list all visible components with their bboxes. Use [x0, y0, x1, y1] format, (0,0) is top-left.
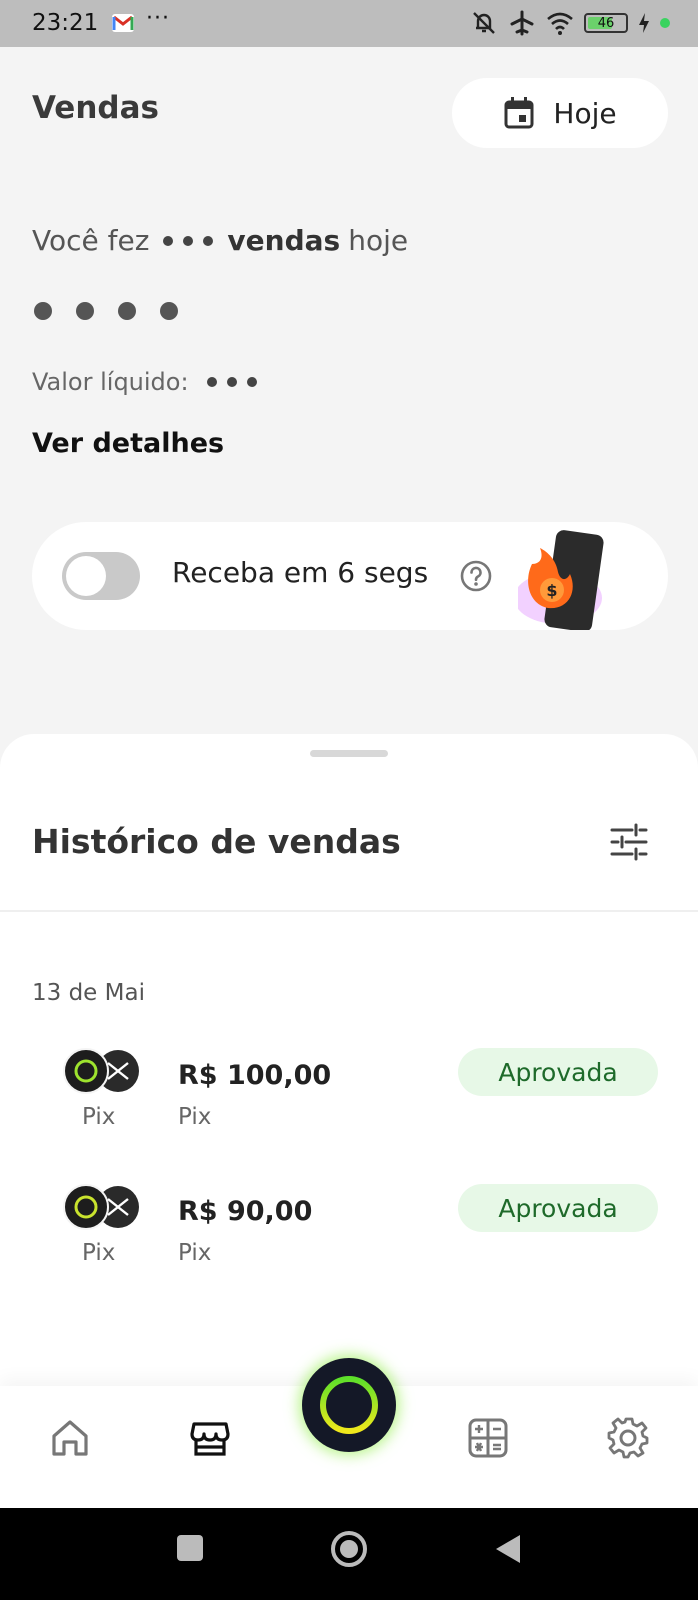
net-value-label: Valor líquido:: [32, 368, 189, 396]
back-button[interactable]: [494, 1534, 522, 1568]
sliders-icon[interactable]: [608, 822, 650, 862]
page-title: Vendas: [32, 90, 159, 126]
back-triangle-icon: [496, 1535, 520, 1563]
more-notifications-icon: ···: [146, 6, 170, 31]
settings-icon[interactable]: [606, 1416, 650, 1460]
help-icon[interactable]: [460, 560, 492, 592]
date-filter-button[interactable]: Hoje: [452, 78, 668, 148]
sale-method: Pix: [82, 1104, 116, 1130]
calendar-icon: [504, 97, 534, 129]
masked-total-value: [34, 302, 178, 320]
pix-payment-icon: [63, 1184, 139, 1230]
date-filter-label: Hoje: [553, 96, 617, 130]
instant-receive-card: Receba em 6 segs $: [32, 522, 668, 630]
masked-sales-count: [163, 235, 214, 246]
pix-payment-icon: [63, 1048, 139, 1094]
sales-prefix: Você fez: [32, 224, 150, 257]
battery-level: 46: [597, 15, 615, 31]
net-value-row: Valor líquido:: [32, 368, 257, 396]
status-badge: Aprovada: [458, 1048, 658, 1096]
status-badge: Aprovada: [458, 1184, 658, 1232]
view-details-link[interactable]: Ver detalhes: [32, 428, 224, 459]
sale-row[interactable]: Pix R$ 100,00 Pix Aprovada: [0, 1048, 698, 1144]
sheet-drag-handle[interactable]: [310, 750, 388, 757]
sales-suffix: hoje: [348, 224, 409, 257]
system-navigation-bar: [0, 1508, 698, 1600]
sales-history-title: Histórico de vendas: [32, 822, 401, 861]
sales-bold-word: vendas: [227, 224, 341, 257]
center-action-button[interactable]: [302, 1358, 396, 1452]
sale-method: Pix: [82, 1240, 116, 1266]
sale-subtitle: Pix: [178, 1104, 212, 1130]
sale-row[interactable]: Pix R$ 90,00 Pix Aprovada: [0, 1184, 698, 1280]
toggle-knob: [66, 556, 106, 596]
sales-summary: Você fez vendas hoje: [32, 224, 408, 257]
recents-button[interactable]: [176, 1534, 204, 1566]
privacy-dot-icon: [660, 18, 670, 28]
square-icon: [177, 1535, 203, 1561]
calculator-icon[interactable]: [466, 1416, 510, 1460]
instant-receive-toggle[interactable]: [62, 552, 140, 600]
airplane-icon: [510, 10, 534, 36]
masked-net-value: [206, 377, 257, 387]
center-ring-icon: [320, 1376, 378, 1434]
home-icon[interactable]: [48, 1416, 92, 1460]
divider: [0, 910, 698, 912]
phone-fire-illustration: $: [518, 530, 604, 630]
svg-text:$: $: [546, 581, 557, 600]
sale-amount: R$ 90,00: [178, 1196, 313, 1227]
sale-subtitle: Pix: [178, 1240, 212, 1266]
circle-icon: [331, 1531, 367, 1567]
home-button[interactable]: [330, 1530, 368, 1572]
gmail-icon: [112, 14, 134, 32]
charging-icon: [639, 13, 649, 33]
status-bar: 23:21 ··· 46: [0, 0, 698, 47]
wifi-icon: [547, 12, 573, 35]
date-group-label: 13 de Mai: [32, 980, 145, 1006]
status-time: 23:21: [32, 10, 99, 36]
mute-icon: [473, 12, 495, 34]
battery-icon: 46: [584, 13, 628, 33]
sale-amount: R$ 100,00: [178, 1060, 332, 1091]
store-icon[interactable]: [188, 1416, 232, 1460]
instant-receive-label: Receba em 6 segs: [172, 556, 429, 589]
